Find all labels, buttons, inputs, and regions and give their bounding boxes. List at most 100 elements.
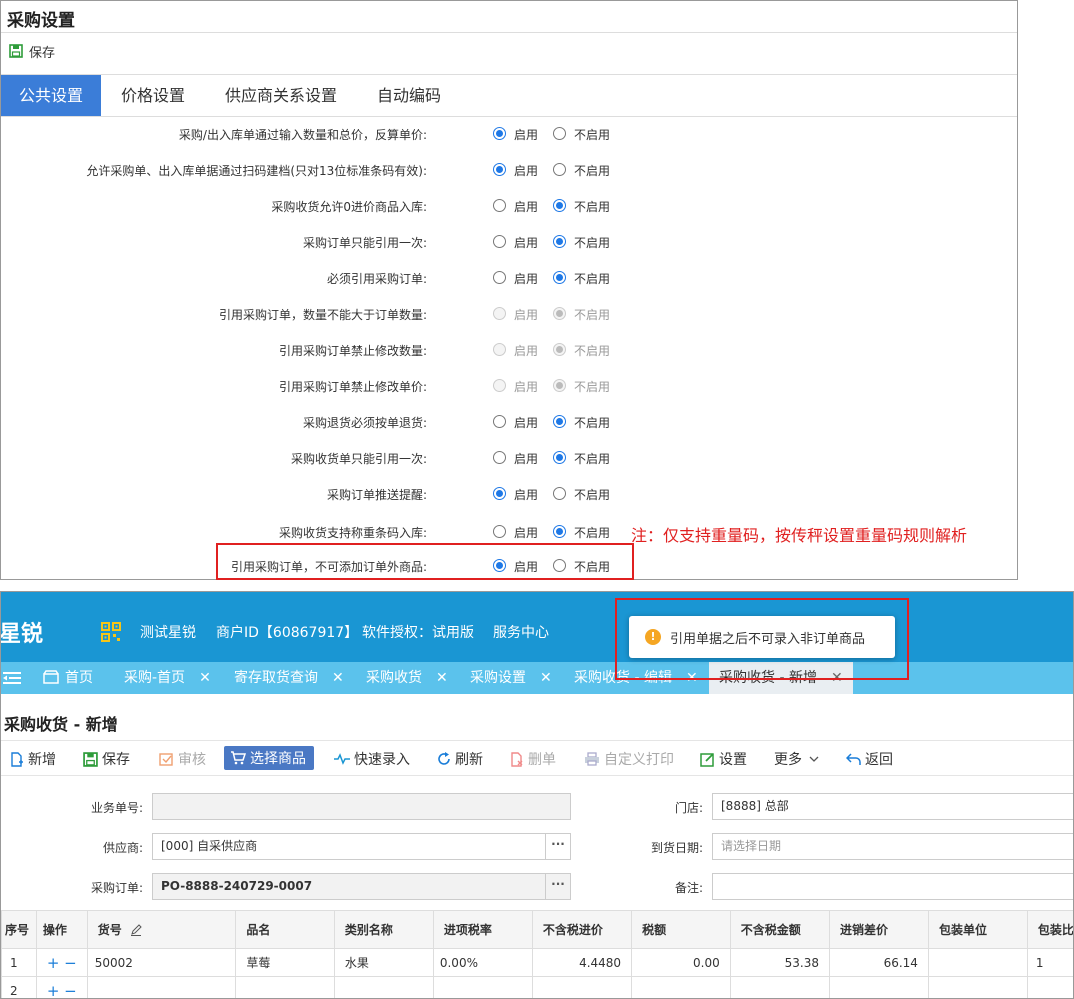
setting-row: 采购收货单只能引用一次: 启用 不启用 [1, 446, 1017, 468]
service-center-link[interactable]: 服务中心 [493, 622, 549, 642]
disable-radio[interactable] [553, 525, 566, 538]
cell-amount [729, 976, 830, 998]
tab-public-settings[interactable]: 公共设置 [1, 75, 101, 116]
quick-entry-button[interactable]: 快速录入 [334, 749, 410, 769]
cell-amount: 53.38 [729, 948, 830, 977]
cell-name: 草莓 [235, 948, 335, 977]
setting-row: 引用采购订单禁止修改数量: 启用 不启用 [1, 338, 1017, 360]
tab-purchase-receipt[interactable]: 采购收货 ✕ [366, 662, 448, 694]
audit-button[interactable]: 审核 [159, 749, 206, 769]
save-icon [83, 751, 98, 767]
cell-tax: 0.00 [631, 948, 731, 977]
col-header: 品名 [235, 910, 335, 949]
biz-no-input[interactable] [152, 793, 571, 820]
setting-label: 引用采购订单，数量不能大于订单数量: [218, 308, 427, 322]
row-actions[interactable]: + − [35, 976, 88, 998]
table-row[interactable]: 2 + − [1, 976, 1073, 998]
store-input[interactable]: [8888] 总部 [712, 793, 1073, 820]
disable-label: 不启用 [574, 488, 611, 502]
cell-no: 2 [1, 976, 37, 998]
close-icon[interactable]: ✕ [332, 670, 344, 686]
enable-label: 启用 [514, 344, 539, 358]
disable-radio[interactable] [553, 271, 566, 284]
setting-row: 采购/出入库单通过输入数量和总价，反算单价: 启用 不启用 [1, 122, 1017, 144]
enable-label: 启用 [514, 488, 539, 502]
highlight-box [615, 598, 909, 680]
col-header-label: 货号 [97, 923, 122, 937]
enable-radio[interactable] [493, 415, 506, 428]
enable-radio[interactable] [493, 235, 506, 248]
disable-label: 不启用 [574, 272, 611, 286]
enable-label: 启用 [514, 200, 539, 214]
order-picker-button[interactable]: ··· [545, 874, 570, 899]
tab-home[interactable]: 首页 [43, 662, 93, 694]
merchant-id: 商户ID【60867917】 [216, 625, 359, 641]
enable-label: 启用 [514, 272, 539, 286]
save-button[interactable]: 保存 [83, 749, 130, 769]
cell-tax-rate [432, 976, 533, 998]
disable-radio[interactable] [553, 127, 566, 140]
new-button[interactable]: 新增 [10, 749, 56, 769]
refresh-button[interactable]: 刷新 [437, 749, 483, 769]
table-row[interactable]: 1 + − 50002 草莓 水果 0.00% 4.4480 0.00 53.3… [1, 948, 1073, 977]
tab-price-settings[interactable]: 价格设置 [101, 75, 205, 116]
cell-code[interactable] [86, 976, 237, 998]
pulse-icon [334, 753, 350, 765]
back-arrow-icon [846, 752, 861, 765]
tab-supplier-relation[interactable]: 供应商关系设置 [205, 75, 357, 116]
setting-label: 采购订单只能引用一次: [302, 236, 427, 250]
disable-radio[interactable] [553, 199, 566, 212]
tab-purchase-home[interactable]: 采购-首页 ✕ [124, 662, 211, 694]
select-product-button[interactable]: 选择商品 [224, 746, 314, 770]
custom-print-button[interactable]: 自定义打印 [584, 749, 674, 769]
close-icon[interactable]: ✕ [436, 670, 448, 686]
enable-radio[interactable] [493, 271, 506, 284]
enable-radio[interactable] [493, 163, 506, 176]
disable-radio[interactable] [553, 451, 566, 464]
qr-code-icon[interactable] [101, 622, 121, 642]
cell-code[interactable]: 50002 [86, 948, 237, 977]
cell-name [235, 976, 335, 998]
col-header: 进项税率 [432, 910, 533, 949]
cell-price[interactable]: 4.4480 [531, 948, 633, 977]
row-actions[interactable]: + − [35, 948, 88, 977]
supplier-picker-button[interactable]: ··· [545, 834, 570, 859]
cell-tax [631, 976, 731, 998]
menu-toggle-icon[interactable] [3, 671, 21, 685]
more-dropdown[interactable]: 更多 [774, 749, 823, 769]
disable-label: 不启用 [574, 380, 611, 394]
cell-price[interactable] [531, 976, 633, 998]
back-button[interactable]: 返回 [846, 749, 893, 769]
disable-radio[interactable] [553, 487, 566, 500]
enable-radio[interactable] [493, 487, 506, 500]
settings-button[interactable]: 设置 [700, 749, 747, 769]
disable-radio[interactable] [553, 163, 566, 176]
purchase-settings-panel: 采购设置 保存 公共设置 价格设置 供应商关系设置 自动编码 采购/出入库单通过… [0, 0, 1018, 580]
enable-radio[interactable] [493, 199, 506, 212]
tab-storage-query[interactable]: 寄存取货查询 ✕ [234, 662, 344, 694]
close-icon[interactable]: ✕ [540, 670, 552, 686]
col-header: 序号 [1, 910, 37, 949]
tab-auto-code[interactable]: 自动编码 [357, 75, 461, 116]
enable-radio[interactable] [493, 451, 506, 464]
enable-radio[interactable] [493, 127, 506, 140]
enable-radio[interactable] [493, 525, 506, 538]
tab-label: 首页 [65, 670, 93, 686]
disable-radio[interactable] [553, 415, 566, 428]
disable-radio[interactable] [553, 235, 566, 248]
purchase-order-input[interactable]: PO-8888-240729-0007 ··· [152, 873, 571, 900]
arrival-date-input[interactable]: 请选择日期 [712, 833, 1073, 860]
setting-row: 允许采购单、出入库单据通过扫码建档(只对13位标准条码有效): 启用 不启用 [1, 158, 1017, 180]
close-icon[interactable]: ✕ [199, 670, 211, 686]
window-tabs: 首页 采购-首页 ✕ 寄存取货查询 ✕ 采购收货 ✕ 采购设置 ✕ 采购收货 - 编辑 ✕… [1, 662, 1073, 694]
delete-button[interactable]: 删单 [510, 749, 556, 769]
save-button[interactable]: 保存 [9, 41, 55, 61]
tab-purchase-settings[interactable]: 采购设置 ✕ [470, 662, 552, 694]
disable-label: 不启用 [574, 200, 611, 214]
edit-pencil-icon[interactable] [130, 924, 142, 936]
disable-label: 不启用 [574, 128, 611, 142]
col-header: 货号 [86, 910, 237, 949]
remark-input[interactable] [712, 873, 1073, 900]
setting-row: 采购订单推送提醒: 启用 不启用 [1, 482, 1017, 504]
supplier-input[interactable]: [000] 自采供应商 ··· [152, 833, 571, 860]
